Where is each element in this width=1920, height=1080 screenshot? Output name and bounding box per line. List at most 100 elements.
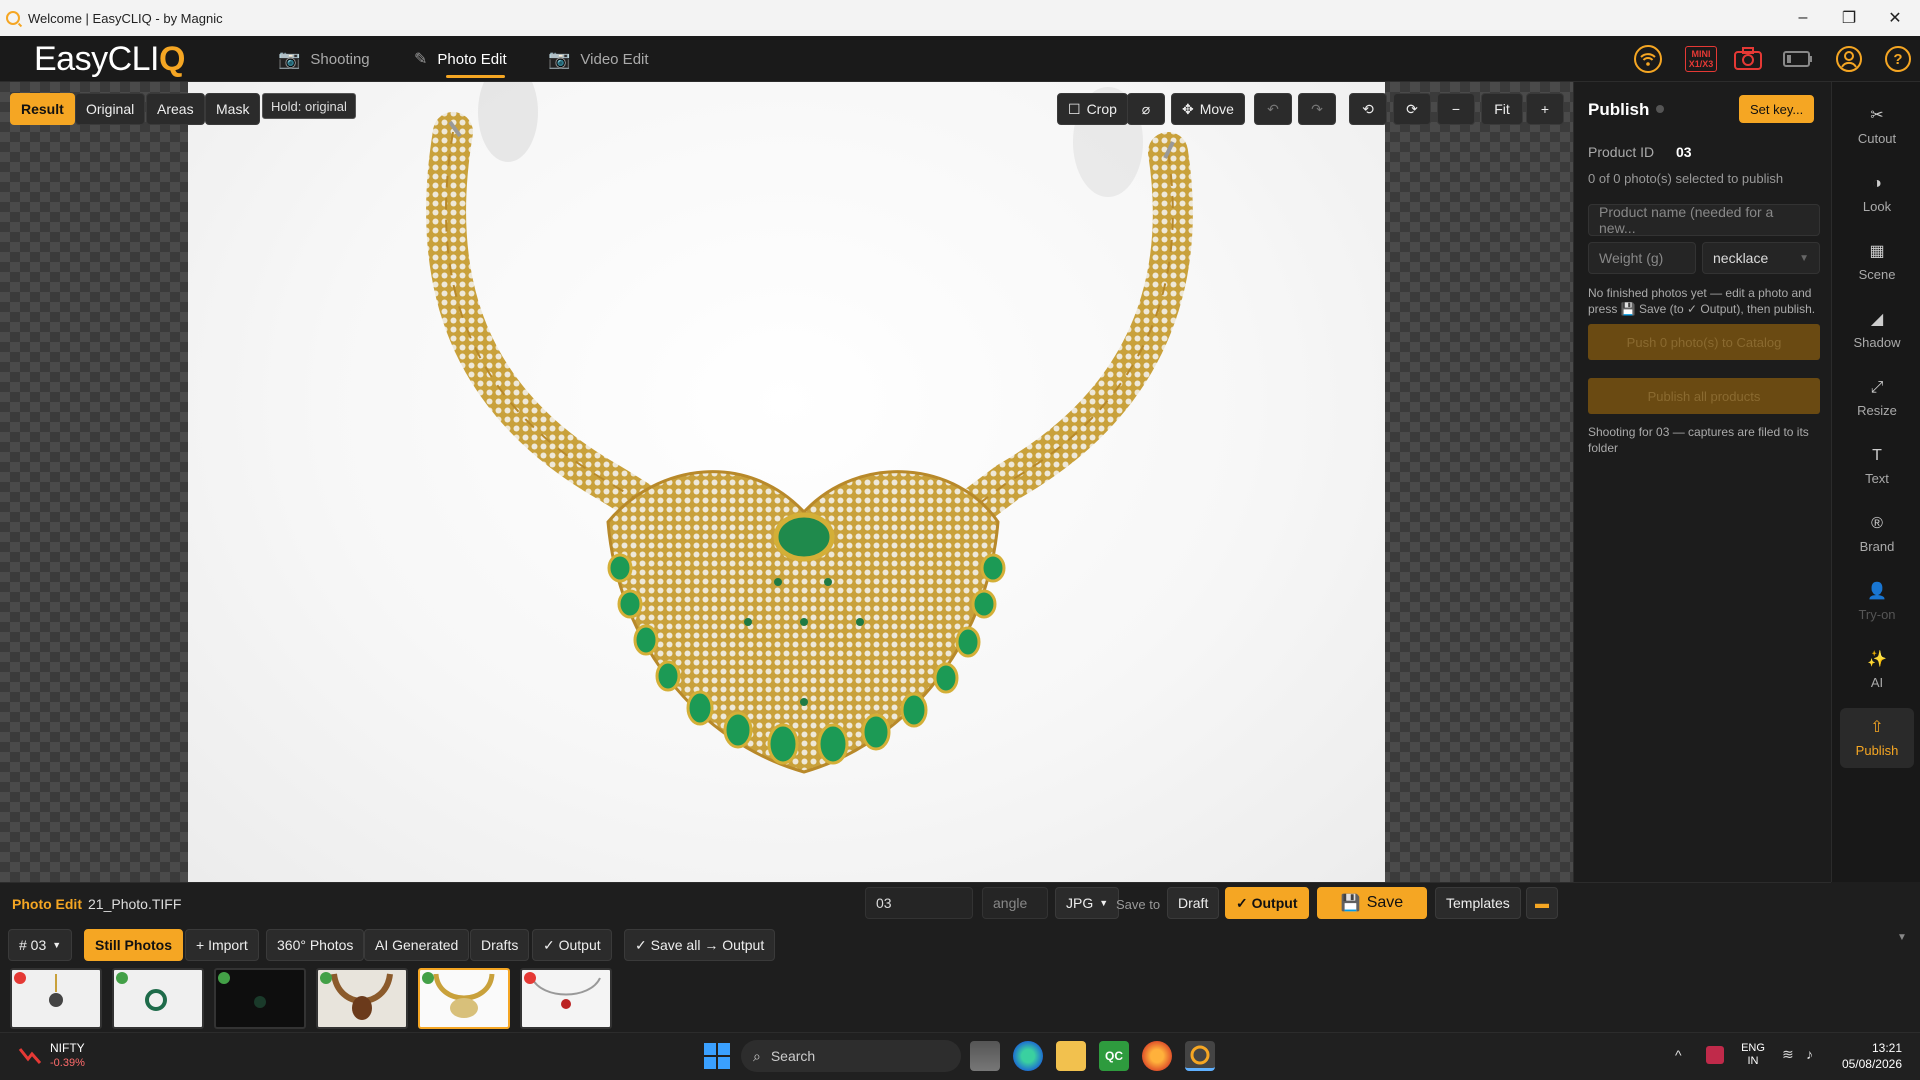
product-id-field[interactable]: 03 [865,887,973,919]
templates-button[interactable]: Templates [1435,887,1521,919]
language-indicator[interactable]: ENG IN [1738,1042,1768,1068]
rotate-left-icon[interactable]: ⟲ [1349,93,1387,125]
publish-panel: Publish Set key... Product ID 03 0 of 0 … [1573,82,1831,882]
format-select[interactable]: JPG ▼ [1055,887,1120,919]
wifi-icon[interactable] [1632,43,1664,75]
collapse-chevron-icon[interactable]: ▼ [1897,932,1907,943]
clock-date[interactable]: 05/08/2026 [1834,1057,1902,1071]
rail-item-shadow[interactable]: ◢ Shadow [1840,300,1914,360]
resize-icon: ⤢ [1870,378,1884,396]
tab-ai-generated[interactable]: AI Generated [364,929,470,961]
rail-item-look[interactable]: ◑ Look [1840,164,1914,224]
camera-status-icon[interactable] [1732,43,1764,75]
rail-item-publish[interactable]: ⇧ Publish [1840,708,1914,768]
person-icon: 👤 [1867,582,1887,600]
video-camera-icon: 📷 [548,48,571,69]
edit-icon: ✎ [414,51,428,68]
filmstrip-thumb[interactable] [112,968,204,1029]
angle-field[interactable]: angle [982,887,1048,919]
file-explorer-icon[interactable] [1056,1041,1086,1071]
network-wifi-icon[interactable]: ≋ [1782,1046,1794,1063]
product-select[interactable]: # 03 ▼ [8,929,73,961]
help-icon[interactable]: ? [1882,43,1914,75]
category-select[interactable]: necklace ▼ [1702,242,1820,274]
minimize-button[interactable]: – [1780,0,1826,36]
tab-photo-edit[interactable]: ✎ Photo Edit [414,36,507,82]
tab-drafts[interactable]: Drafts [470,929,530,961]
status-dot-icon [218,972,230,984]
stock-chart-icon[interactable] [18,1043,42,1067]
camera-icon: 📷 [278,48,301,69]
clock-time[interactable]: 13:21 [1840,1041,1902,1055]
shooting-note: Shooting for 03 — captures are filed to … [1588,425,1809,455]
filmstrip-thumb[interactable] [316,968,408,1029]
tab-still-photos[interactable]: Still Photos [84,929,183,961]
filmstrip-thumb-selected[interactable] [418,968,510,1029]
app-logo: EasyCLIQ [34,40,185,78]
sparkle-icon: ✨ [1867,650,1887,668]
tab-output[interactable]: ✓ Output [532,929,612,961]
rail-item-brand[interactable]: ® Brand [1840,504,1914,564]
filmstrip-thumb[interactable] [214,968,306,1029]
taskbar-search[interactable]: ⌕ Search [741,1040,961,1072]
filmstrip-thumb[interactable] [520,968,612,1029]
mini-camera-badge-icon[interactable]: MINI X1/X3 [1683,43,1719,75]
weight-input[interactable]: Weight (g) [1588,242,1696,274]
product-name-input[interactable]: Product name (needed for a new... [1588,204,1820,236]
tab-shooting[interactable]: 📷 Shooting [278,36,370,82]
move-button[interactable]: ✥ Move [1171,93,1245,125]
svg-text:?: ? [1893,51,1902,68]
folder-icon[interactable]: ▬ [1526,887,1558,919]
publish-all-button[interactable]: Publish all products [1588,378,1820,414]
rotate-right-icon[interactable]: ⟳ [1393,93,1431,125]
reset-button[interactable]: ⌀ [1127,93,1165,125]
floppy-disk-icon: 💾 [1340,895,1361,912]
user-account-icon[interactable] [1833,43,1865,75]
product-photo[interactable] [188,62,1385,882]
fit-button[interactable]: Fit [1481,93,1523,125]
output-button[interactable]: ✓ Output [1225,887,1309,919]
mask-toggle-button[interactable]: Mask [205,93,261,125]
save-button[interactable]: 💾 Save [1317,887,1427,919]
set-key-button[interactable]: Set key... [1739,95,1815,123]
filmstrip-thumb[interactable] [10,968,102,1029]
crop-button[interactable]: ☐ Crop [1057,93,1128,125]
canvas-area[interactable] [0,62,1573,882]
tray-app-icon[interactable] [1706,1046,1724,1064]
easycliq-taskbar-icon[interactable] [1185,1041,1215,1071]
tray-overflow-icon[interactable]: ^ [1675,1047,1682,1063]
qc-app-icon[interactable]: QC [1099,1041,1129,1071]
chevron-down-icon: ▼ [52,940,62,950]
windows-start-icon[interactable] [704,1043,730,1069]
result-toggle-button[interactable]: Result [10,93,75,125]
push-to-catalog-button[interactable]: Push 0 photo(s) to Catalog [1588,324,1820,360]
zoom-out-button[interactable]: − [1437,93,1475,125]
tools-rail: ✂ Cutout ◑ Look ▦ Scene ◢ Shadow ⤢ Resize T Te… [1831,82,1920,882]
import-button[interactable]: + Import [185,929,259,961]
tab-360-photos[interactable]: 360° Photos [266,929,365,961]
tab-video-edit[interactable]: 📷 Video Edit [548,36,649,82]
status-dot-icon [116,972,128,984]
save-all-output-button[interactable]: ✓ Save all → Output [624,929,776,961]
rail-item-text[interactable]: T Text [1840,436,1914,496]
status-dot-icon [1656,105,1664,113]
redo-icon[interactable]: ↷ [1298,93,1336,125]
areas-toggle-button[interactable]: Areas [146,93,205,125]
zoom-in-button[interactable]: + [1526,93,1564,125]
volume-icon[interactable]: ♪ [1806,1046,1813,1062]
rail-item-try-on[interactable]: 👤 Try-on [1840,572,1914,632]
rail-item-scene[interactable]: ▦ Scene [1840,232,1914,292]
original-toggle-button[interactable]: Original [75,93,146,125]
undo-icon[interactable]: ↶ [1254,93,1292,125]
task-view-icon[interactable] [970,1041,1000,1071]
edge-browser-icon[interactable] [1013,1041,1043,1071]
brand-icon: ® [1871,514,1883,532]
firefox-icon[interactable] [1142,1041,1172,1071]
rail-item-ai[interactable]: ✨ AI [1840,640,1914,700]
rail-item-cutout[interactable]: ✂ Cutout [1840,96,1914,156]
draft-button[interactable]: Draft [1167,887,1220,919]
rail-item-resize[interactable]: ⤢ Resize [1840,368,1914,428]
close-button[interactable]: ✕ [1872,0,1918,36]
crop-icon: ☐ [1068,100,1081,117]
maximize-button[interactable]: ❐ [1826,0,1872,36]
